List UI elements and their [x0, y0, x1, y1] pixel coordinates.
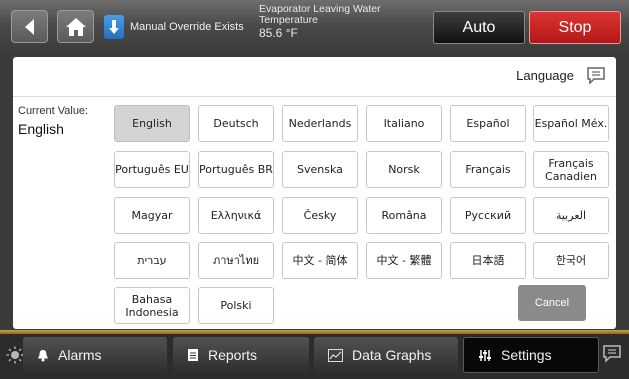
panel-header: Language	[13, 57, 616, 97]
current-value: English	[18, 121, 64, 137]
lang-button-greek[interactable]: Ελληνικά	[198, 197, 274, 234]
lang-button-romanian[interactable]: Româna	[366, 197, 442, 234]
lang-button-magyar[interactable]: Magyar	[114, 197, 190, 234]
tab-alarms[interactable]: Alarms	[23, 337, 167, 373]
lang-button-italiano[interactable]: Italiano	[366, 105, 442, 142]
lang-button-bahasa-indonesia[interactable]: Bahasa Indonesia	[114, 287, 190, 324]
tab-reports-label: Reports	[208, 347, 258, 363]
lang-button-arabic[interactable]: العربية	[533, 197, 609, 234]
lang-button-english[interactable]: English	[114, 105, 190, 142]
lang-button-chinese-traditional[interactable]: 中文 - 繁體	[366, 242, 442, 279]
lang-button-russian[interactable]: Русский	[450, 197, 526, 234]
lang-button-portugues-br[interactable]: Português BR	[198, 151, 274, 188]
tab-settings[interactable]: Settings	[463, 337, 599, 373]
lang-button-espanol[interactable]: Español	[450, 105, 526, 142]
tab-settings-label: Settings	[501, 347, 552, 363]
lang-button-czech[interactable]: Česky	[282, 197, 358, 234]
tab-data-graphs[interactable]: Data Graphs	[314, 337, 458, 373]
top-bar: Manual Override Exists Evaporator Leavin…	[0, 0, 629, 54]
manual-override-icon	[104, 15, 124, 39]
chat-bubble-icon[interactable]	[602, 344, 622, 367]
tab-data-graphs-label: Data Graphs	[352, 347, 432, 363]
back-button[interactable]	[11, 10, 48, 43]
lang-button-hebrew[interactable]: עברית	[114, 242, 190, 279]
lang-button-polski[interactable]: Polski	[198, 287, 274, 324]
lang-button-svenska[interactable]: Svenska	[282, 151, 358, 188]
cancel-button[interactable]: Cancel	[518, 285, 586, 321]
panel-title: Language	[516, 68, 574, 83]
lang-button-thai[interactable]: ภาษาไทย	[198, 242, 274, 279]
stop-button[interactable]: Stop	[529, 11, 621, 44]
settings-sliders-icon	[479, 349, 491, 361]
chat-bubble-icon[interactable]	[586, 66, 606, 89]
lang-button-chinese-simplified[interactable]: 中文 - 简体	[282, 242, 358, 279]
lang-button-deutsch[interactable]: Deutsch	[198, 105, 274, 142]
lang-button-portugues-eu[interactable]: Português EU	[114, 151, 190, 188]
bottom-nav-bar: Alarms Reports Data Graphs Settings	[0, 334, 629, 379]
current-value-label: Current Value:	[18, 105, 89, 117]
brightness-icon[interactable]	[6, 346, 24, 368]
language-panel: Language Current Value: English English …	[13, 57, 616, 329]
manual-override-text: Manual Override Exists	[130, 21, 244, 33]
lang-button-francais[interactable]: Français	[450, 151, 526, 188]
graph-icon	[328, 348, 343, 362]
sensor-label-line2: Temperature	[259, 14, 318, 26]
home-button[interactable]	[57, 10, 94, 43]
lang-button-nederlands[interactable]: Nederlands	[282, 105, 358, 142]
sensor-value: 85.6 °F	[259, 26, 298, 40]
lang-button-norsk[interactable]: Norsk	[366, 151, 442, 188]
tab-reports[interactable]: Reports	[173, 337, 309, 373]
lang-button-korean[interactable]: 한국어	[533, 242, 609, 279]
home-icon	[65, 17, 86, 36]
manual-override-indicator[interactable]: Manual Override Exists	[104, 14, 244, 40]
auto-button[interactable]: Auto	[433, 11, 525, 44]
sensor-readout: Evaporator Leaving Water Temperature 85.…	[259, 4, 429, 41]
bell-icon	[38, 349, 48, 361]
lang-button-espanol-mex[interactable]: Español Méx.	[533, 105, 609, 142]
lang-button-francais-canadien[interactable]: Français Canadien	[533, 151, 609, 188]
lang-button-japanese[interactable]: 日本語	[450, 242, 526, 279]
back-arrow-icon	[24, 18, 34, 35]
tab-alarms-label: Alarms	[58, 347, 102, 363]
report-icon	[188, 349, 198, 361]
